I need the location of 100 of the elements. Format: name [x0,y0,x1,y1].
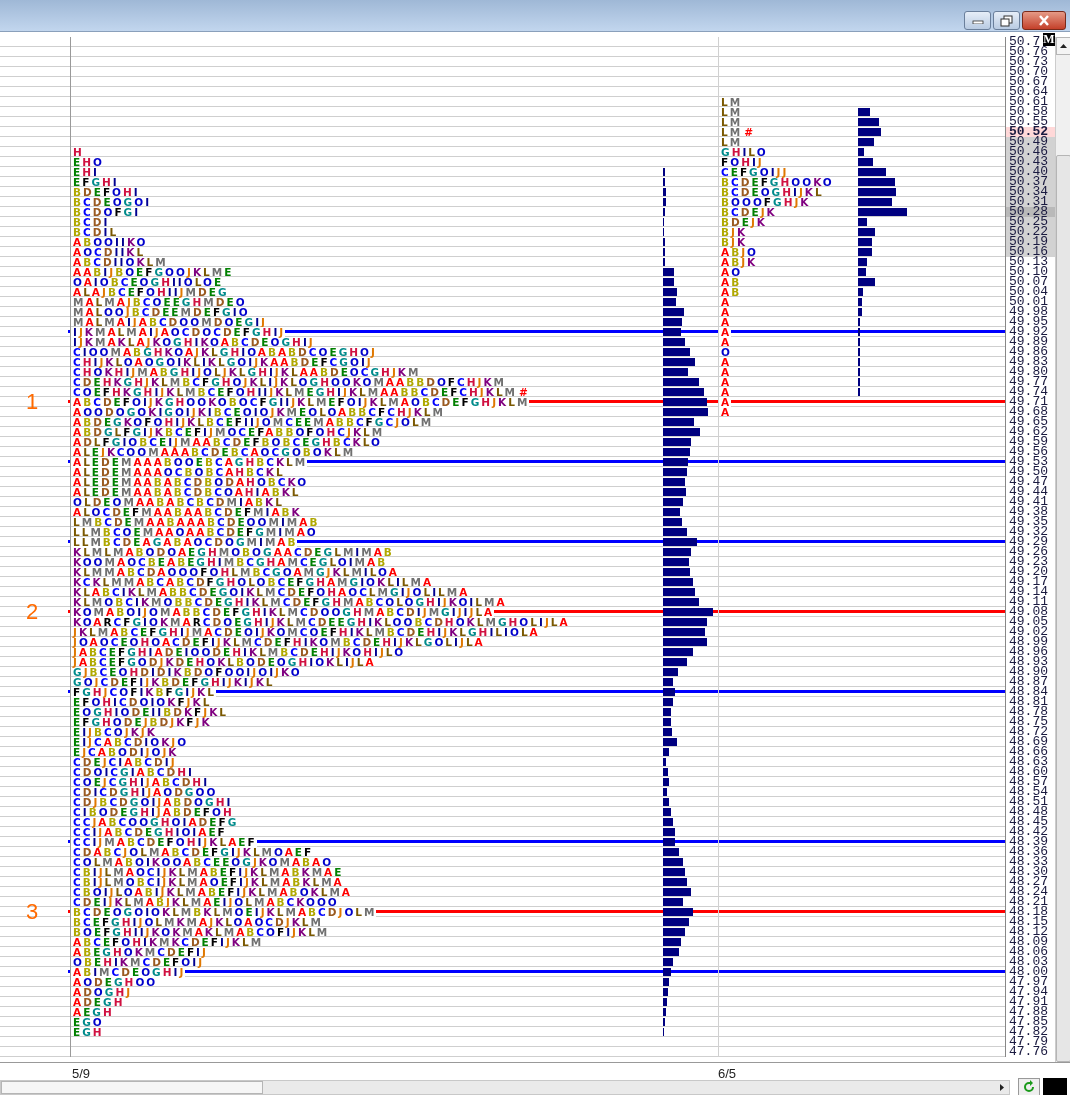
tpo-row-text: CCJABCOOGHOIADEFG [72,817,239,827]
price-label: 50.40 [1009,167,1048,177]
volume-bar [858,258,867,266]
price-label: 49.53 [1009,457,1048,467]
volume-bar [663,668,678,676]
tpo-row-text: BCDEJK [720,207,777,217]
volume-bar [858,208,907,216]
tpo-row-text: LM [720,107,743,117]
tpo-row-text: EOGHIODEIIBDKFJKL [72,707,228,717]
tpo-row: CCIJMABCDEFOHIJKLAEF [71,837,257,847]
volume-bar [663,348,690,356]
price-label: 50.7 [1009,37,1041,47]
price-label: 49.35 [1009,517,1048,527]
minimize-button[interactable] [964,11,991,30]
tpo-row-text: ALOCDEFMAABAABCDEFMIABK [72,507,302,517]
tpo-row-text: BCDEFGHOOKO [720,177,834,187]
price-label: 48.84 [1009,687,1048,697]
price-label: 50.07 [1009,277,1048,287]
price-label: 48.54 [1009,787,1048,797]
price-label: 48.96 [1009,647,1048,657]
volume-bar [663,948,679,956]
volume-bar [858,188,896,196]
volume-bar [663,908,693,916]
volume-bar [663,728,672,736]
tpo-row-text: AOCDIIKL [72,247,146,257]
price-label: 49.89 [1009,337,1048,347]
volume-bar [663,408,708,416]
volume-bar [663,688,675,696]
volume-bar [663,648,693,656]
volume-bar [663,678,673,686]
tpo-row-text: CDICDGHIJAODGOO [72,787,218,797]
volume-bar [663,528,687,536]
volume-bar [663,898,683,906]
tpo-row-text: LLMBCOEMAAOAABCDEFGMIMAO [72,527,318,537]
volume-bar [663,858,683,866]
price-label: 50.37 [1009,177,1048,187]
refresh-button[interactable] [1018,1078,1040,1095]
volume-bar [663,268,674,276]
volume-bar [663,538,697,546]
volume-bar [663,718,671,726]
session-date: 5/9 [72,1066,91,1081]
tpo-row: JABCEFGODJKDEHOKLBODEOGHIOKLIJLA [71,657,376,667]
price-label: 50.25 [1009,217,1048,227]
tpo-row-text: O [720,347,732,357]
price-label: 49.23 [1009,557,1048,567]
price-label: 49.17 [1009,577,1048,587]
price-label: 49.83 [1009,357,1048,367]
volume-bar [858,138,874,146]
tpo-row-text: H [72,147,84,157]
price-label: 48.63 [1009,757,1048,767]
price-label: 50.58 [1009,107,1048,117]
tpo-row-text: BDEJK [720,217,767,227]
price-label: 48.69 [1009,737,1048,747]
volume-bar [663,828,675,836]
tpo-row-text: CBOIJLOABIJKLMABEFIJKLMABOKLMA [72,887,352,897]
scroll-up-button[interactable] [1056,37,1070,55]
tpo-row-text: BCDI [72,217,110,227]
price-label: 48.12 [1009,927,1048,937]
price-label: 49.80 [1009,367,1048,377]
volume-bar [858,308,862,316]
volume-bar [858,108,870,116]
price-label: 47.97 [1009,977,1048,987]
volume-bar [663,848,679,856]
volume-bar [858,248,872,256]
volume-bar [663,998,667,1006]
tpo-row-text: A [720,307,732,317]
mode-button[interactable]: M [1043,33,1055,46]
volume-bar [663,468,687,476]
close-button[interactable] [1022,11,1066,30]
price-label: 49.14 [1009,587,1048,597]
tpo-row-text: KLMMABCDAOOOFOHLMBCGOAMGJKLMILOA [72,567,399,577]
tpo-row-text: LM [720,127,743,137]
price-label: 48.57 [1009,777,1048,787]
volume-bar [663,558,689,566]
tpo-row: ALEDEMAAABOOEBCAGHBCKLM [71,457,308,467]
tpo-row-text: BCEFGHIJOLMKMAJKLOAOCDJKLM [72,917,323,927]
volume-bar [663,588,695,596]
price-label: 47.85 [1009,1017,1048,1027]
price-label: 49.32 [1009,527,1048,537]
tpo-row-text: A [720,367,732,377]
tpo-row-text: A [720,357,732,367]
volume-bar [663,288,677,296]
price-label: 49.47 [1009,477,1048,487]
volume-bar [858,128,881,136]
restore-button[interactable] [993,11,1020,30]
price-label: 50.61 [1009,97,1048,107]
volume-bar [663,978,669,986]
tpo-row-text: GHILO [720,147,768,157]
horizontal-scrollbar[interactable] [0,1079,1010,1095]
tpo-row-text: CDEJCIABCDIJ [72,757,177,767]
tpo-row-text: AB [720,287,742,297]
price-label: 49.86 [1009,347,1048,357]
price-label: 48.90 [1009,667,1048,677]
volume-bar [663,568,690,576]
price-label: 50.64 [1009,87,1048,97]
volume-bar [663,478,685,486]
price-label: 49.68 [1009,407,1048,417]
tpo-row-text: CBIJLMAOCIJKLMABEFIJKLMABKMAE [72,867,344,877]
volume-bar [663,618,707,626]
volume-bar [858,298,862,306]
